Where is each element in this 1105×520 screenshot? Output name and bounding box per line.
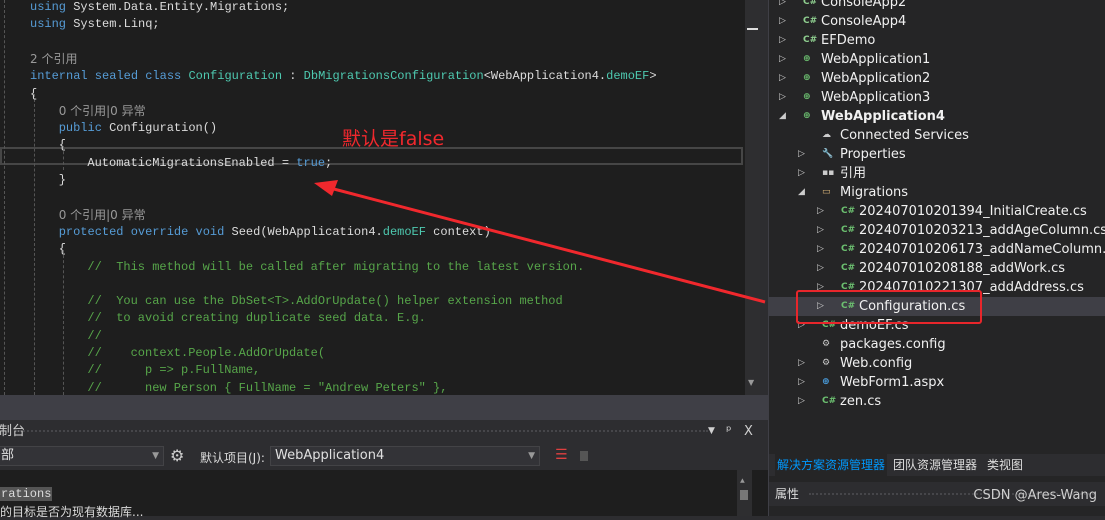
expand-arrow-icon[interactable]: ▷ — [779, 31, 786, 50]
tree-item[interactable]: ▷ C# ConsoleApp2 — [769, 0, 1105, 12]
tree-item-label: ConsoleApp2 — [821, 0, 907, 10]
tree-item[interactable]: ▷ ⚙ Web.config — [769, 354, 1105, 373]
output-scrollbar[interactable]: ▲ — [737, 470, 752, 516]
solution-explorer: ▷ C# ConsoleApp2 ▷ C# ConsoleApp4 ▷ C# EFDemo ▷ ⊕ W… — [768, 0, 1105, 516]
stop-icon[interactable] — [580, 451, 588, 461]
expand-arrow-icon[interactable]: ▷ — [798, 373, 805, 392]
collapse-arrow-icon[interactable]: ◢ — [798, 183, 805, 202]
tree-item[interactable]: ▷ 🔧 Properties — [769, 145, 1105, 164]
expand-arrow-icon[interactable]: ▷ — [817, 202, 824, 221]
tree-item-label: Properties — [840, 147, 906, 162]
dropdown-icon[interactable]: ▼ — [708, 420, 715, 443]
tree-item[interactable]: ▷ C# 202407010201394_InitialCreate.cs — [769, 202, 1105, 221]
tree-item[interactable]: ▷ C# 202407010203213_addAgeColumn.cs — [769, 221, 1105, 240]
csharp-file-icon: C# — [841, 225, 856, 235]
tree-item[interactable]: ▷ C# zen.cs — [769, 392, 1105, 411]
tree-item[interactable]: ▷ C# 202407010208188_addWork.cs — [769, 259, 1105, 278]
expand-arrow-icon[interactable]: ▷ — [779, 88, 786, 107]
clear-console-icon[interactable]: ☰ — [555, 447, 568, 463]
expand-arrow-icon[interactable]: ▷ — [798, 392, 805, 411]
tree-item-label: EFDemo — [821, 33, 876, 48]
tree-item-label: WebApplication2 — [821, 71, 931, 86]
tab-class-view[interactable]: 类视图 — [987, 454, 1023, 476]
web-project-icon: ⊕ — [803, 111, 811, 121]
tree-item-label: WebApplication4 — [821, 109, 945, 124]
package-manager-output[interactable]: rations 的目标是否为现有数据库... ▲ — [0, 470, 768, 519]
tree-item-label: 202407010201394_InitialCreate.cs — [859, 204, 1087, 219]
csharp-project-icon: C# — [803, 35, 818, 45]
webform-icon: ⊕ — [822, 377, 830, 387]
tab-solution-explorer[interactable]: 解决方案资源管理器 — [775, 454, 888, 476]
close-icon[interactable]: X — [744, 420, 753, 443]
tree-item-label: WebForm1.aspx — [840, 375, 945, 390]
tree-item[interactable]: ◢ ⊕ WebApplication4 — [769, 107, 1105, 126]
package-manager-title-bar: 控制台 ▼ ᵖ X — [0, 420, 768, 443]
cloud-icon: ☁ — [822, 130, 831, 140]
web-project-icon: ⊕ — [803, 73, 811, 83]
tab-team-explorer[interactable]: 团队资源管理器 — [893, 454, 977, 476]
tree-item-label: ConsoleApp4 — [821, 14, 907, 29]
expand-arrow-icon[interactable]: ▷ — [798, 354, 805, 373]
package-manager-toolbar: 部 ▼ ⚙ 默认项目(J): WebApplication4 ▼ ☰ — [0, 443, 768, 470]
csharp-file-icon: C# — [841, 263, 856, 273]
tree-item[interactable]: ▷ ⊕ WebApplication1 — [769, 50, 1105, 69]
expand-arrow-icon[interactable]: ▷ — [779, 50, 786, 69]
csharp-file-icon: C# — [841, 206, 856, 216]
expand-arrow-icon[interactable]: ▷ — [779, 69, 786, 88]
tree-item[interactable]: ▷ ⊕ WebApplication3 — [769, 88, 1105, 107]
tree-item-label: WebApplication1 — [821, 52, 931, 67]
properties-title: 属性 — [775, 487, 800, 501]
solution-explorer-tabs: 解决方案资源管理器 团队资源管理器 类视图 — [769, 454, 1105, 476]
web-project-icon: ⊕ — [803, 54, 811, 64]
tree-item-label: WebApplication3 — [821, 90, 931, 105]
package-source-select[interactable]: 部 ▼ — [0, 446, 164, 466]
tree-item[interactable]: ▷ C# 202407010206173_addNameColumn.cs — [769, 240, 1105, 259]
tree-item-label: Connected Services — [840, 128, 969, 143]
wrench-icon: 🔧 — [822, 149, 834, 159]
output-line: rations — [0, 487, 53, 501]
tree-item[interactable]: ◢ ▭ Migrations — [769, 183, 1105, 202]
config-icon: ⚙ — [822, 358, 831, 368]
settings-gear-icon[interactable]: ⚙ — [170, 446, 184, 465]
expand-arrow-icon[interactable]: ▷ — [779, 0, 786, 12]
tree-item[interactable]: ⚙ packages.config — [769, 335, 1105, 354]
pin-icon[interactable]: ᵖ — [726, 420, 732, 443]
expand-arrow-icon[interactable]: ▷ — [817, 240, 824, 259]
tree-item-label: 引用 — [840, 166, 867, 181]
web-project-icon: ⊕ — [803, 92, 811, 102]
references-icon: ▪▪ — [822, 168, 835, 178]
tree-item[interactable]: ▷ C# EFDemo — [769, 31, 1105, 50]
csharp-project-icon: C# — [803, 16, 818, 26]
tree-item[interactable]: ☁ Connected Services — [769, 126, 1105, 145]
tree-item[interactable]: ▷ ⊕ WebForm1.aspx — [769, 373, 1105, 392]
tree-item-label: 202407010203213_addAgeColumn.cs — [859, 223, 1105, 238]
expand-arrow-icon[interactable]: ▷ — [817, 221, 824, 240]
folder-icon: ▭ — [822, 187, 831, 197]
tree-item[interactable]: ▷ ⊕ WebApplication2 — [769, 69, 1105, 88]
tree-item-label: 202407010208188_addWork.cs — [859, 261, 1066, 276]
tree-item-label: 202407010206173_addNameColumn.cs — [859, 242, 1105, 257]
output-line: 的目标是否为现有数据库... — [0, 505, 144, 519]
csharp-project-icon: C# — [803, 0, 818, 7]
expand-arrow-icon[interactable]: ▷ — [798, 145, 805, 164]
watermark: CSDN @Ares-Wang — [973, 488, 1097, 503]
tree-item-label: Migrations — [840, 185, 909, 200]
tree-item-label: packages.config — [840, 337, 946, 352]
tree-item-label: Web.config — [840, 356, 913, 371]
expand-arrow-icon[interactable]: ▷ — [779, 12, 786, 31]
default-project-label: 默认项目(J): — [200, 451, 265, 465]
csharp-file-icon: C# — [822, 396, 837, 406]
editor-hscroll-area — [0, 395, 768, 420]
annotation-highlight-box — [796, 290, 982, 324]
tree-item[interactable]: ▷ ▪▪ 引用 — [769, 164, 1105, 183]
config-icon: ⚙ — [822, 339, 831, 349]
csharp-file-icon: C# — [841, 244, 856, 254]
default-project-select[interactable]: WebApplication4 ▼ — [270, 446, 540, 466]
tree-item[interactable]: ▷ C# ConsoleApp4 — [769, 12, 1105, 31]
tree-item-label: zen.cs — [840, 394, 882, 409]
collapse-arrow-icon[interactable]: ◢ — [779, 107, 786, 126]
expand-arrow-icon[interactable]: ▷ — [817, 259, 824, 278]
expand-arrow-icon[interactable]: ▷ — [798, 164, 805, 183]
